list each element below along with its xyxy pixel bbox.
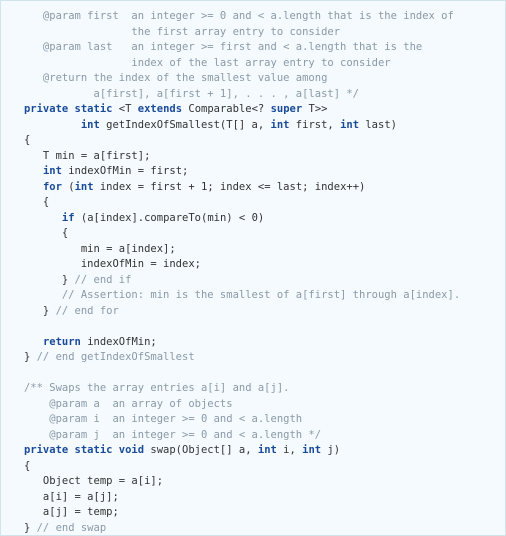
comment-line: // Assertion: min is the smallest of a[f…: [5, 289, 460, 301]
code-line: a[i] = a[j];: [5, 491, 119, 503]
comment-line: the first array entry to consider: [5, 26, 340, 38]
code-line: int indexOfMin = first;: [5, 165, 188, 177]
code-line: {: [5, 196, 49, 208]
code-line: {: [5, 134, 30, 146]
code-line: int getIndexOfSmallest(T[] a, int first,…: [5, 119, 397, 131]
code-line: {: [5, 460, 30, 472]
code-snippet: @param first an integer >= 0 and < a.len…: [0, 0, 506, 536]
code-line: private static <T extends Comparable<? s…: [5, 103, 327, 115]
comment-line: @param a an array of objects: [5, 398, 233, 410]
code-line: } // end getIndexOfSmallest: [5, 351, 195, 363]
comment-line: @param i an integer >= 0 and < a.length: [5, 413, 302, 425]
code-line: return indexOfMin;: [5, 336, 157, 348]
code-line: min = a[index];: [5, 243, 176, 255]
comment-line: @param first an integer >= 0 and < a.len…: [5, 10, 454, 22]
code-line: if (a[index].compareTo(min) < 0): [5, 212, 264, 224]
comment-line: /** Swaps the array entries a[i] and a[j…: [5, 382, 289, 394]
code-line: T min = a[first];: [5, 150, 150, 162]
code-line: for (int index = first + 1; index <= las…: [5, 181, 365, 193]
comment-line: @param last an integer >= first and < a.…: [5, 41, 422, 53]
code-line: indexOfMin = index;: [5, 258, 201, 270]
code-line: } // end swap: [5, 522, 106, 534]
code-line: } // end if: [5, 274, 131, 286]
code-line: a[j] = temp;: [5, 506, 119, 518]
comment-line: a[first], a[first + 1], . . . , a[last] …: [5, 88, 359, 100]
comment-line: index of the last array entry to conside…: [5, 57, 391, 69]
code-line: Object temp = a[i];: [5, 475, 163, 487]
code-line: } // end for: [5, 305, 119, 317]
comment-line: @param j an integer >= 0 and < a.length …: [5, 429, 321, 441]
code-line: private static void swap(Object[] a, int…: [5, 444, 340, 456]
comment-line: @return the index of the smallest value …: [5, 72, 327, 84]
code-line: {: [5, 227, 68, 239]
